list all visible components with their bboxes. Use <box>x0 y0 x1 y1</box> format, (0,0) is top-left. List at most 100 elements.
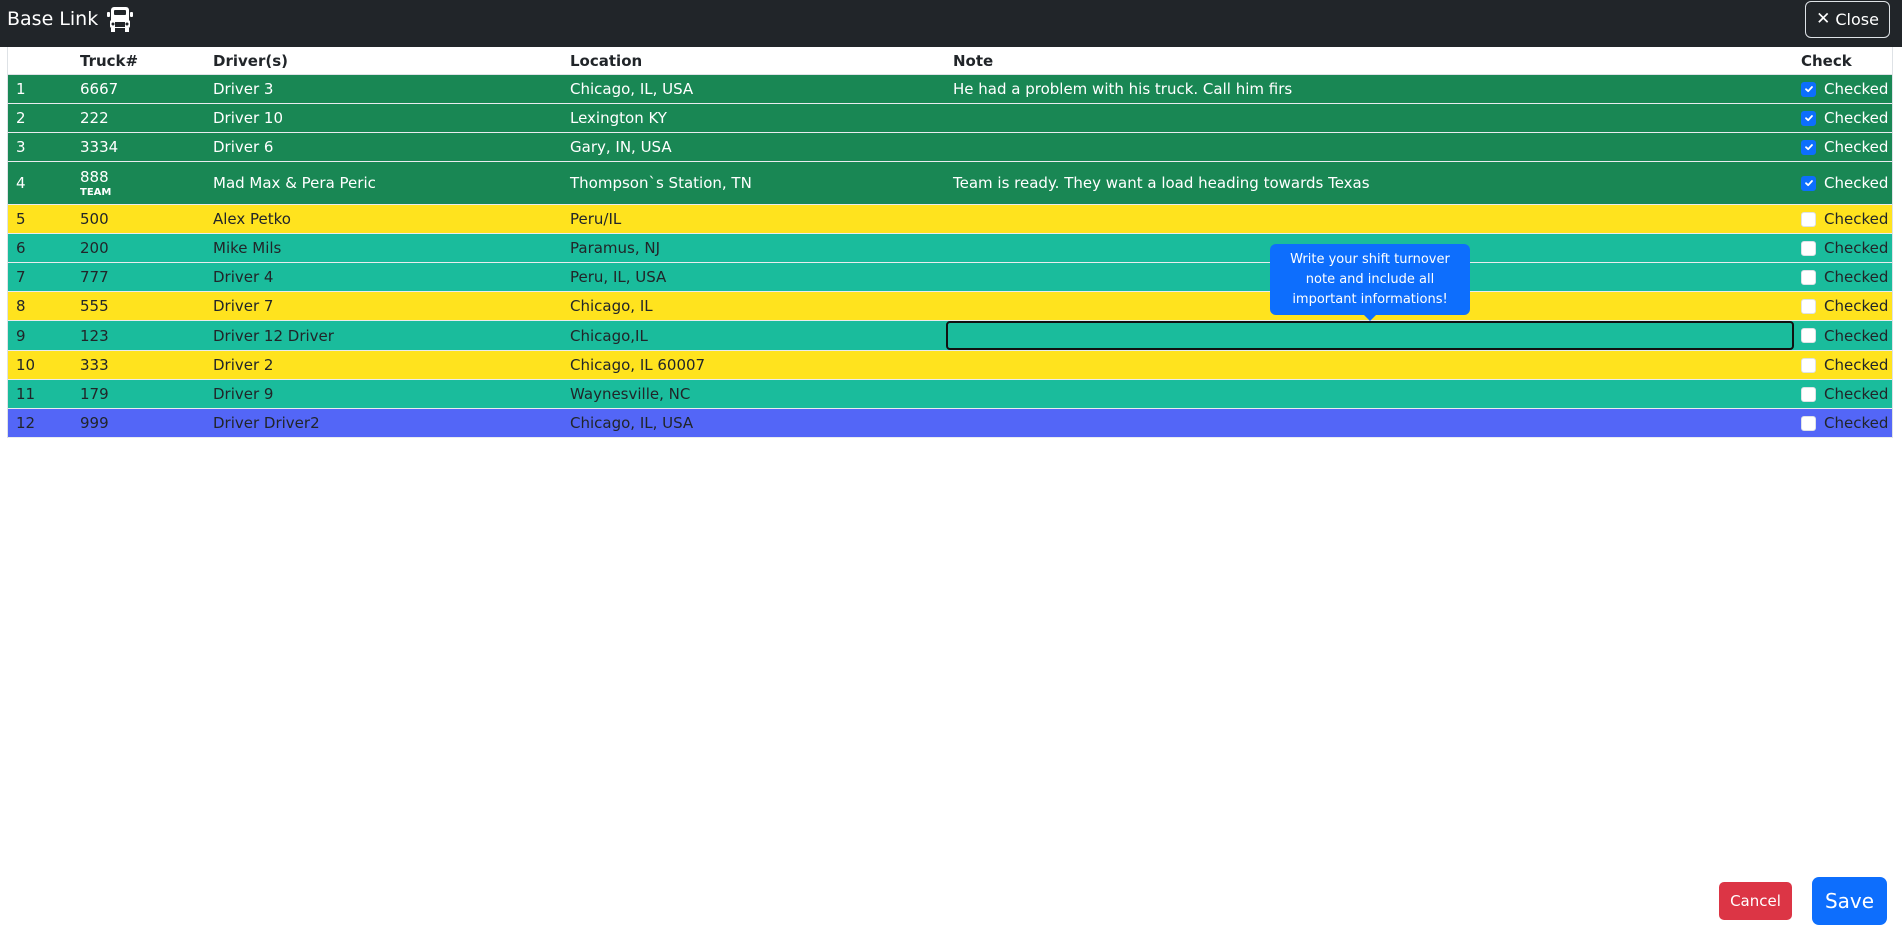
close-button[interactable]: ✕ Close <box>1805 1 1890 38</box>
trucks-table: Truck# Driver(s) Location Note Check 1 66… <box>7 47 1893 438</box>
note-cell[interactable]: He had a problem with his truck. Call hi… <box>953 74 1801 104</box>
drivers-cell: Driver Driver2 <box>213 408 570 438</box>
checkbox-unchecked-icon[interactable] <box>1801 415 1816 431</box>
note-cell[interactable] <box>953 408 1801 438</box>
table-row: 2 222 Driver 10 Lexington KY Checked <box>8 103 1892 133</box>
truck-cell: 179 <box>80 379 213 409</box>
col-header-check: Check <box>1801 47 1892 75</box>
truck-number: 200 <box>80 239 109 257</box>
truck-icon <box>106 5 134 33</box>
location-cell: Peru/IL <box>570 204 953 234</box>
truck-cell: 555 <box>80 291 213 321</box>
app-title: Base Link <box>7 8 99 30</box>
check-cell: Checked <box>1801 262 1892 292</box>
checkbox-checked-icon[interactable] <box>1801 175 1816 191</box>
close-icon: ✕ <box>1816 9 1831 29</box>
checkbox-checked-icon[interactable] <box>1801 110 1816 126</box>
checked-toggle[interactable]: Checked <box>1801 80 1892 98</box>
table-body: 1 6667 Driver 3 Chicago, IL, USA He had a pr… <box>8 74 1892 438</box>
location-cell: Chicago,IL <box>570 320 953 351</box>
top-bar: Base Link ✕ Close <box>0 0 1902 47</box>
check-cell: Checked <box>1801 161 1892 205</box>
note-cell[interactable] <box>953 350 1801 380</box>
checkbox-unchecked-icon[interactable] <box>1801 357 1816 373</box>
checked-label: Checked <box>1824 80 1889 98</box>
brand: Base Link <box>7 4 134 34</box>
check-cell: Checked <box>1801 291 1892 321</box>
close-label: Close <box>1835 10 1879 29</box>
checked-label: Checked <box>1824 356 1889 374</box>
truck-cell: 3334 <box>80 132 213 162</box>
drivers-cell: Driver 6 <box>213 132 570 162</box>
note-tooltip: Write your shift turnover note and inclu… <box>1270 244 1470 315</box>
row-index: 1 <box>8 74 80 104</box>
checkbox-unchecked-icon[interactable] <box>1801 386 1816 402</box>
check-cell: Checked <box>1801 132 1892 162</box>
checked-toggle[interactable]: Checked <box>1801 210 1892 228</box>
checked-toggle[interactable]: Checked <box>1801 138 1892 156</box>
row-index: 5 <box>8 204 80 234</box>
checkbox-checked-icon[interactable] <box>1801 81 1816 97</box>
col-header-note: Note <box>953 47 1801 75</box>
checked-label: Checked <box>1824 414 1889 432</box>
checked-label: Checked <box>1824 109 1889 127</box>
truck-number: 179 <box>80 385 109 403</box>
checkbox-unchecked-icon[interactable] <box>1801 328 1816 343</box>
checkbox-unchecked-icon[interactable] <box>1801 298 1816 314</box>
table-row: 8 555 Driver 7 Chicago, IL Checked <box>8 291 1892 321</box>
location-cell: Chicago, IL, USA <box>570 74 953 104</box>
note-cell[interactable] <box>953 204 1801 234</box>
location-cell: Paramus, NJ <box>570 233 953 263</box>
checked-label: Checked <box>1824 174 1889 192</box>
checked-toggle[interactable]: Checked <box>1801 414 1892 432</box>
table-row: 12 999 Driver Driver2 Chicago, IL, USA Check… <box>8 408 1892 438</box>
truck-number: 888 <box>80 168 109 186</box>
drivers-cell: Driver 4 <box>213 262 570 292</box>
save-button[interactable]: Save <box>1812 877 1887 925</box>
note-input[interactable] <box>946 321 1794 350</box>
checkbox-unchecked-icon[interactable] <box>1801 240 1816 256</box>
truck-number: 555 <box>80 297 109 315</box>
drivers-cell: Driver 9 <box>213 379 570 409</box>
truck-number: 3334 <box>80 138 119 156</box>
tooltip-arrow <box>1364 315 1376 321</box>
note-cell[interactable]: Team is ready. They want a load heading … <box>953 161 1801 205</box>
check-cell: Checked <box>1801 233 1892 263</box>
note-cell[interactable] <box>953 103 1801 133</box>
checked-toggle[interactable]: Checked <box>1801 174 1892 192</box>
checked-toggle[interactable]: Checked <box>1801 239 1892 257</box>
checked-label: Checked <box>1824 138 1889 156</box>
truck-cell: 888 TEAM <box>80 161 213 205</box>
note-cell <box>946 320 1801 351</box>
checked-toggle[interactable]: Checked <box>1801 356 1892 374</box>
checked-toggle[interactable]: Checked <box>1801 109 1892 127</box>
table-row: 1 6667 Driver 3 Chicago, IL, USA He had a pr… <box>8 74 1892 104</box>
table-row: 5 500 Alex Petko Peru/IL Checked <box>8 204 1892 234</box>
row-index: 2 <box>8 103 80 133</box>
truck-number: 777 <box>80 268 109 286</box>
checked-toggle[interactable]: Checked <box>1801 385 1892 403</box>
table-row: 3 3334 Driver 6 Gary, IN, USA Checked <box>8 132 1892 162</box>
truck-cell: 999 <box>80 408 213 438</box>
checkbox-checked-icon[interactable] <box>1801 139 1816 155</box>
table-row: 6 200 Mike Mils Paramus, NJ Checked <box>8 233 1892 263</box>
checked-toggle[interactable]: Checked <box>1801 268 1892 286</box>
cancel-button[interactable]: Cancel <box>1719 882 1792 920</box>
checked-label: Checked <box>1824 385 1889 403</box>
checked-toggle[interactable]: Checked <box>1801 297 1892 315</box>
note-cell[interactable] <box>953 379 1801 409</box>
location-cell: Gary, IN, USA <box>570 132 953 162</box>
truck-cell: 333 <box>80 350 213 380</box>
truck-cell: 123 <box>80 320 213 351</box>
row-index: 8 <box>8 291 80 321</box>
col-header-drivers: Driver(s) <box>213 47 570 75</box>
checkbox-unchecked-icon[interactable] <box>1801 211 1816 227</box>
drivers-cell: Driver 3 <box>213 74 570 104</box>
row-index: 3 <box>8 132 80 162</box>
checkbox-unchecked-icon[interactable] <box>1801 269 1816 285</box>
table-row: 11 179 Driver 9 Waynesville, NC Checked <box>8 379 1892 409</box>
checked-toggle[interactable]: Checked <box>1801 327 1892 345</box>
note-cell[interactable] <box>953 132 1801 162</box>
check-cell: Checked <box>1801 103 1892 133</box>
truck-number: 123 <box>80 326 109 345</box>
